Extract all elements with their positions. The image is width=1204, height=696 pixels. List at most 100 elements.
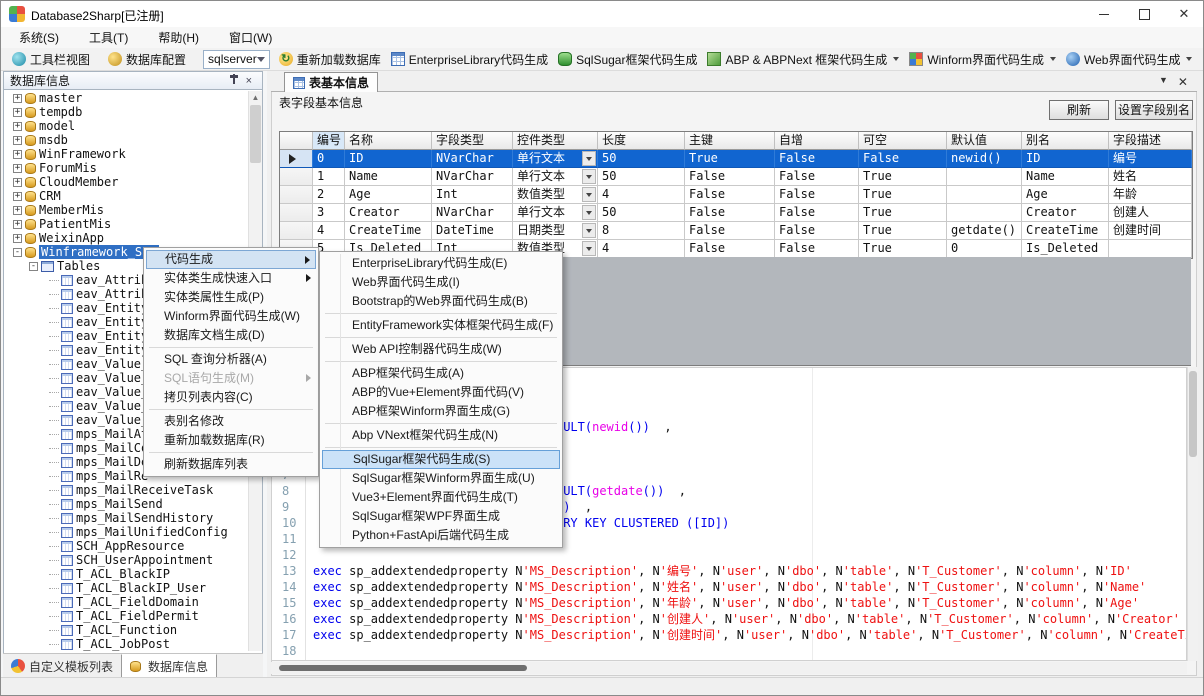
grid-cell[interactable]: CreateTime (345, 222, 432, 240)
tree-expander-icon[interactable]: + (13, 234, 22, 243)
bottom-tab-自定义模板列表[interactable]: 自定义模板列表 (3, 654, 121, 678)
grid-column-header[interactable]: 字段描述 (1109, 132, 1192, 150)
tree-expander-icon[interactable]: + (13, 178, 22, 187)
grid-cell[interactable]: 8 (598, 222, 685, 240)
toolbar-button-EnterpriseLibrary代码生成[interactable]: EnterpriseLibrary代码生成 (386, 50, 553, 69)
cell-dropdown-icon[interactable] (582, 151, 596, 166)
grid-cell[interactable]: 数值类型 (513, 186, 598, 204)
tree-item[interactable]: T_ACL_FieldDomain (5, 595, 249, 609)
tree-item[interactable]: SCH_AppResource (5, 539, 249, 553)
menu-item-实体类属性生成(P)[interactable]: 实体类属性生成(P) (146, 288, 316, 307)
menu-item-SQL语句生成(M)[interactable]: SQL语句生成(M) (146, 369, 316, 388)
grid-column-header[interactable]: 自增 (775, 132, 859, 150)
tab-close-icon[interactable]: ✕ (1178, 75, 1188, 89)
menu-item-SqlSugar框架代码生成(S)[interactable]: SqlSugar框架代码生成(S) (322, 450, 560, 469)
tree-item[interactable]: T_ACL_Function (5, 623, 249, 637)
grid-cell[interactable]: 0 (947, 240, 1022, 258)
menu-item-实体类生成快速入口[interactable]: 实体类生成快速入口 (146, 269, 316, 288)
grid-cell[interactable]: NVarChar (432, 204, 513, 222)
cell-dropdown-icon[interactable] (582, 187, 596, 202)
menu-item-表别名修改[interactable]: 表别名修改 (146, 412, 316, 431)
grid-cell[interactable]: Int (432, 186, 513, 204)
grid-cell[interactable]: True (859, 204, 947, 222)
menubar-item-2[interactable]: 帮助(H) (146, 27, 211, 48)
grid-cell[interactable]: NVarChar (432, 168, 513, 186)
grid-cell[interactable]: True (859, 168, 947, 186)
scroll-up-icon[interactable]: ▲ (249, 91, 262, 104)
menu-item-Bootstrap的Web界面代码生成(B)[interactable]: Bootstrap的Web界面代码生成(B) (322, 292, 560, 311)
grid-cell[interactable]: 50 (598, 204, 685, 222)
grid-cell[interactable]: False (775, 150, 859, 168)
grid-cell[interactable]: False (775, 204, 859, 222)
grid-cell[interactable]: False (685, 186, 775, 204)
field-grid[interactable]: 编号名称字段类型控件类型长度主键自增可空默认值别名字段描述0IDNVarChar… (279, 131, 1193, 259)
grid-cell[interactable]: False (775, 240, 859, 258)
grid-cell[interactable]: 4 (598, 186, 685, 204)
grid-cell[interactable]: ID (1022, 150, 1109, 168)
grid-cell[interactable]: False (775, 222, 859, 240)
grid-cell[interactable]: False (685, 204, 775, 222)
grid-column-header[interactable]: 长度 (598, 132, 685, 150)
grid-cell[interactable]: 姓名 (1109, 168, 1192, 186)
menu-item-拷贝列表内容(C)[interactable]: 拷贝列表内容(C) (146, 388, 316, 407)
grid-cell[interactable]: ID (345, 150, 432, 168)
toolbar-button-数据库配置[interactable]: 数据库配置 (103, 50, 191, 69)
grid-column-header[interactable]: 控件类型 (513, 132, 598, 150)
menubar-item-3[interactable]: 窗口(W) (217, 27, 284, 48)
tree-item[interactable]: mps_MailSend (5, 497, 249, 511)
bottom-tab-数据库信息[interactable]: 数据库信息 (121, 654, 217, 678)
tree-item[interactable]: +tempdb (5, 105, 249, 119)
menu-item-SQL 查询分析器(A)[interactable]: SQL 查询分析器(A) (146, 350, 316, 369)
grid-cell[interactable]: 创建时间 (1109, 222, 1192, 240)
grid-cell[interactable]: 单行文本 (513, 150, 598, 168)
grid-cell[interactable]: Name (345, 168, 432, 186)
grid-cell[interactable] (947, 186, 1022, 204)
set-field-alias-button[interactable]: 设置字段别名 (1115, 100, 1193, 120)
grid-cell[interactable]: 4 (313, 222, 345, 240)
tree-item[interactable]: mps_MailReceiveTask (5, 483, 249, 497)
grid-column-header[interactable]: 名称 (345, 132, 432, 150)
tree-expander-icon[interactable]: - (13, 248, 22, 257)
scrollbar-thumb[interactable] (279, 665, 527, 671)
menu-item-Web界面代码生成(I)[interactable]: Web界面代码生成(I) (322, 273, 560, 292)
grid-cell[interactable]: Age (345, 186, 432, 204)
grid-cell[interactable]: NVarChar (432, 150, 513, 168)
grid-cell[interactable]: 2 (313, 186, 345, 204)
grid-cell[interactable]: False (685, 240, 775, 258)
tree-item[interactable]: +ForumMis (5, 161, 249, 175)
grid-cell[interactable]: getdate() (947, 222, 1022, 240)
tree-item[interactable]: +master (5, 91, 249, 105)
tree-item[interactable]: +CRM (5, 189, 249, 203)
tree-expander-icon[interactable]: + (13, 164, 22, 173)
scrollbar-thumb[interactable] (250, 105, 261, 163)
grid-cell[interactable]: True (859, 240, 947, 258)
tree-item[interactable]: mps_MailUnifiedConfig (5, 525, 249, 539)
toolbar-button-ABP & ABPNext 框架代码生成[interactable]: ABP & ABPNext 框架代码生成 (702, 50, 904, 69)
grid-cell[interactable]: Creator (1022, 204, 1109, 222)
grid-cell[interactable]: 3 (313, 204, 345, 222)
cell-dropdown-icon[interactable] (582, 241, 596, 256)
cell-dropdown-icon[interactable] (582, 205, 596, 220)
grid-cell[interactable]: 单行文本 (513, 204, 598, 222)
menu-item-重新加载数据库(R)[interactable]: 重新加载数据库(R) (146, 431, 316, 450)
menu-item-刷新数据库列表[interactable]: 刷新数据库列表 (146, 455, 316, 474)
tree-expander-icon[interactable]: + (13, 136, 22, 145)
tree-item[interactable]: +WinFramework (5, 147, 249, 161)
grid-cell[interactable] (947, 204, 1022, 222)
grid-cell[interactable]: False (775, 168, 859, 186)
tree-item[interactable]: T_ACL_FieldPermit (5, 609, 249, 623)
tab-list-dropdown-icon[interactable]: ▼ (1159, 75, 1168, 89)
grid-row-header[interactable] (280, 150, 313, 168)
grid-cell[interactable]: Creator (345, 204, 432, 222)
grid-cell[interactable]: CreateTime (1022, 222, 1109, 240)
menu-item-代码生成[interactable]: 代码生成 (146, 250, 316, 269)
grid-cell[interactable] (947, 168, 1022, 186)
toolbar-button-Winform界面代码生成[interactable]: Winform界面代码生成 (904, 50, 1061, 69)
menu-item-EnterpriseLibrary代码生成(E)[interactable]: EnterpriseLibrary代码生成(E) (322, 254, 560, 273)
editor-horizontal-scrollbar[interactable] (271, 662, 1187, 674)
grid-cell[interactable]: False (775, 186, 859, 204)
panel-close-icon[interactable]: × (242, 75, 256, 87)
grid-row-header[interactable] (280, 168, 313, 186)
grid-row-header[interactable] (280, 204, 313, 222)
grid-cell[interactable]: False (859, 150, 947, 168)
